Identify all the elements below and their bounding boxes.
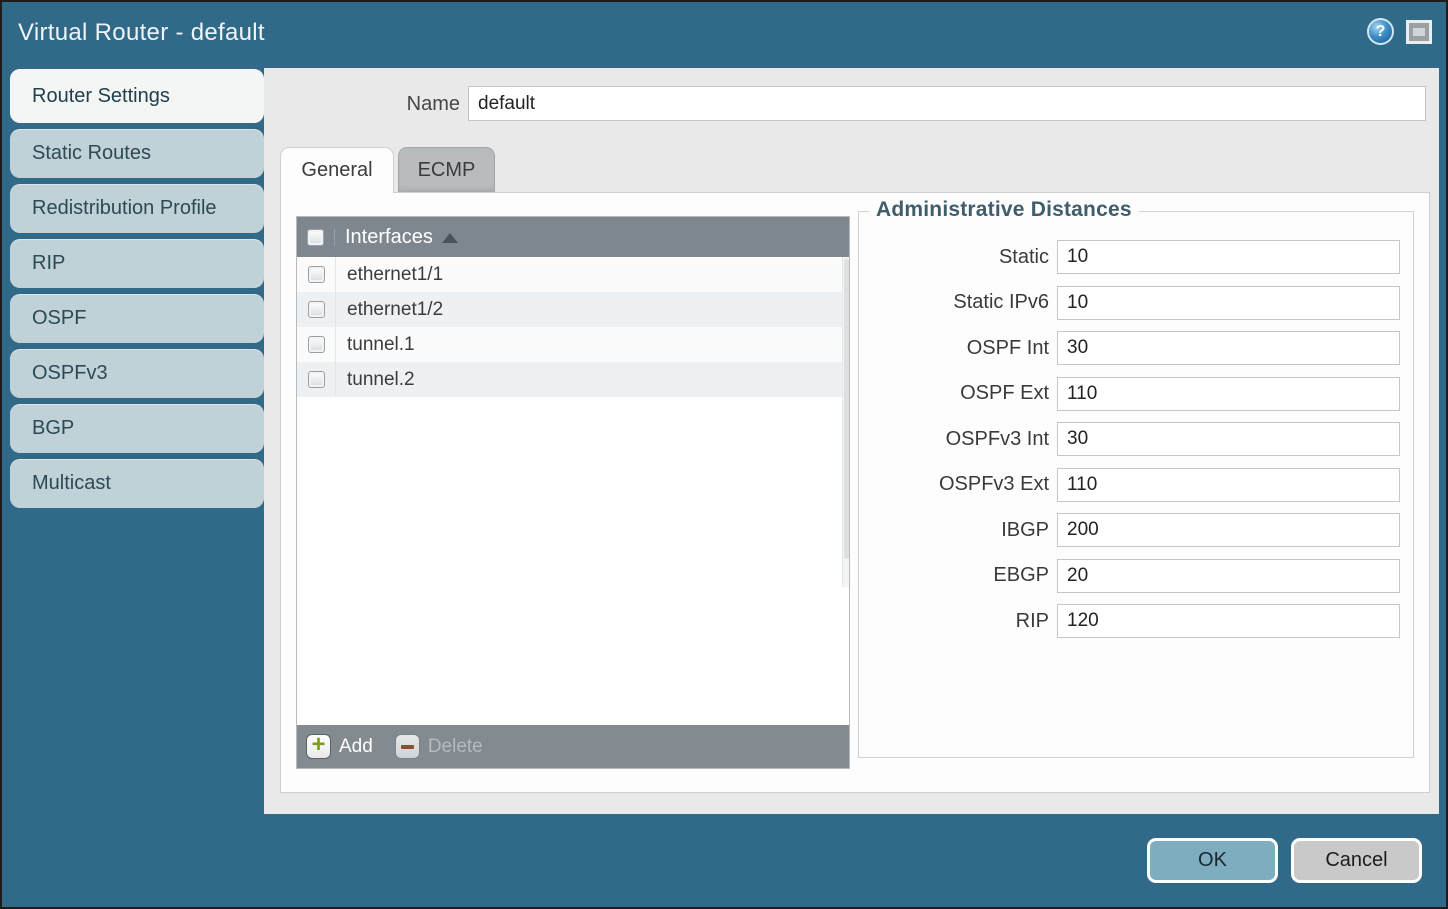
minus-glyph — [401, 745, 414, 749]
row-checkbox[interactable] — [308, 266, 325, 283]
row-checkbox-cell — [297, 336, 335, 353]
ibgp-input[interactable] — [1057, 513, 1400, 547]
ospf-int-input[interactable] — [1057, 331, 1400, 365]
field-row-ospfv3-int: OSPFv3 Int — [859, 422, 1413, 456]
table-row[interactable]: tunnel.1 — [297, 327, 849, 362]
sort-ascending-icon — [442, 233, 458, 243]
row-checkbox[interactable] — [308, 301, 325, 318]
field-row-ospf-ext: OSPF Ext — [859, 377, 1413, 411]
ebgp-input[interactable] — [1057, 559, 1400, 593]
field-row-static-ipv6: Static IPv6 — [859, 286, 1413, 320]
interface-name: ethernet1/2 — [335, 292, 849, 327]
sidebar-item-ospf[interactable]: OSPF — [10, 294, 264, 343]
interfaces-rows: ethernet1/1 ethernet1/2 tunnel.1 tunnel.… — [297, 257, 849, 397]
general-tab-content: Interfaces ethernet1/1 ethernet1/2 — [280, 192, 1430, 793]
title-bar-icons: ? — [1367, 18, 1432, 45]
row-checkbox[interactable] — [308, 336, 325, 353]
field-row-ospfv3-ext: OSPFv3 Ext — [859, 468, 1413, 502]
delete-button-label: Delete — [428, 736, 483, 758]
sidebar-item-rip[interactable]: RIP — [10, 239, 264, 288]
delete-minus-icon — [395, 734, 420, 759]
name-label: Name — [264, 93, 460, 116]
interface-name: ethernet1/1 — [335, 257, 849, 292]
interfaces-column-header[interactable]: Interfaces — [345, 226, 458, 249]
field-row-ebgp: EBGP — [859, 559, 1413, 593]
interface-name: tunnel.2 — [335, 362, 849, 397]
delete-button[interactable]: Delete — [395, 734, 483, 759]
help-icon[interactable]: ? — [1367, 18, 1394, 45]
select-all-checkbox[interactable] — [307, 229, 324, 246]
row-checkbox[interactable] — [308, 371, 325, 388]
cancel-button[interactable]: Cancel — [1291, 838, 1422, 883]
administrative-distances-title: Administrative Distances — [869, 198, 1139, 222]
table-row[interactable]: ethernet1/2 — [297, 292, 849, 327]
ok-button[interactable]: OK — [1147, 838, 1278, 883]
window-restore-icon-inner — [1413, 28, 1425, 36]
ospfv3-ext-input[interactable] — [1057, 468, 1400, 502]
dialog-title: Virtual Router - default — [18, 19, 265, 47]
header-checkbox-cell — [297, 229, 335, 246]
plus-glyph: + — [311, 733, 325, 757]
rip-input[interactable] — [1057, 604, 1400, 638]
table-scrollbar[interactable] — [842, 257, 849, 587]
title-bar: Virtual Router - default ? — [2, 2, 1446, 68]
field-row-ospf-int: OSPF Int — [859, 331, 1413, 365]
ospf-ext-label: OSPF Ext — [859, 382, 1049, 405]
interfaces-column-label: Interfaces — [345, 226, 433, 249]
sidebar: Router Settings Static Routes Redistribu… — [10, 69, 264, 514]
static-label: Static — [859, 246, 1049, 269]
ebgp-label: EBGP — [859, 564, 1049, 587]
main-panel: Name General ECMP Interfaces — [264, 68, 1439, 814]
field-row-rip: RIP — [859, 604, 1413, 638]
field-row-static: Static — [859, 240, 1413, 274]
interfaces-table-header: Interfaces — [297, 217, 849, 257]
row-checkbox-cell — [297, 371, 335, 388]
ospfv3-int-label: OSPFv3 Int — [859, 428, 1049, 451]
tab-general[interactable]: General — [280, 147, 394, 193]
tab-ecmp[interactable]: ECMP — [398, 147, 495, 193]
interfaces-table: Interfaces ethernet1/1 ethernet1/2 — [296, 216, 850, 769]
static-ipv6-input[interactable] — [1057, 286, 1400, 320]
static-ipv6-label: Static IPv6 — [859, 291, 1049, 314]
add-button[interactable]: + Add — [306, 734, 373, 759]
sidebar-item-router-settings[interactable]: Router Settings — [10, 69, 264, 123]
virtual-router-dialog: Virtual Router - default ? Router Settin… — [0, 0, 1448, 909]
interfaces-table-footer: + Add Delete — [297, 725, 849, 768]
sidebar-item-ospfv3[interactable]: OSPFv3 — [10, 349, 264, 398]
row-checkbox-cell — [297, 301, 335, 318]
row-checkbox-cell — [297, 266, 335, 283]
ospf-int-label: OSPF Int — [859, 337, 1049, 360]
ospfv3-int-input[interactable] — [1057, 422, 1400, 456]
interface-name: tunnel.1 — [335, 327, 849, 362]
table-row[interactable]: ethernet1/1 — [297, 257, 849, 292]
add-button-label: Add — [339, 736, 373, 758]
window-restore-icon[interactable] — [1406, 20, 1432, 44]
administrative-distances-fieldset: Administrative Distances Static Static I… — [858, 211, 1414, 758]
ibgp-label: IBGP — [859, 519, 1049, 542]
table-row[interactable]: tunnel.2 — [297, 362, 849, 397]
sidebar-item-multicast[interactable]: Multicast — [10, 459, 264, 508]
ospf-ext-input[interactable] — [1057, 377, 1400, 411]
administrative-distances-fields: Static Static IPv6 OSPF Int OSPF Ext — [859, 240, 1413, 650]
add-plus-icon: + — [306, 734, 331, 759]
name-input[interactable] — [468, 86, 1426, 121]
ospfv3-ext-label: OSPFv3 Ext — [859, 473, 1049, 496]
scrollbar-thumb[interactable] — [844, 259, 849, 559]
sidebar-item-redistribution-profile[interactable]: Redistribution Profile — [10, 184, 264, 233]
field-row-ibgp: IBGP — [859, 513, 1413, 547]
static-input[interactable] — [1057, 240, 1400, 274]
sidebar-item-static-routes[interactable]: Static Routes — [10, 129, 264, 178]
sidebar-item-bgp[interactable]: BGP — [10, 404, 264, 453]
rip-label: RIP — [859, 610, 1049, 633]
